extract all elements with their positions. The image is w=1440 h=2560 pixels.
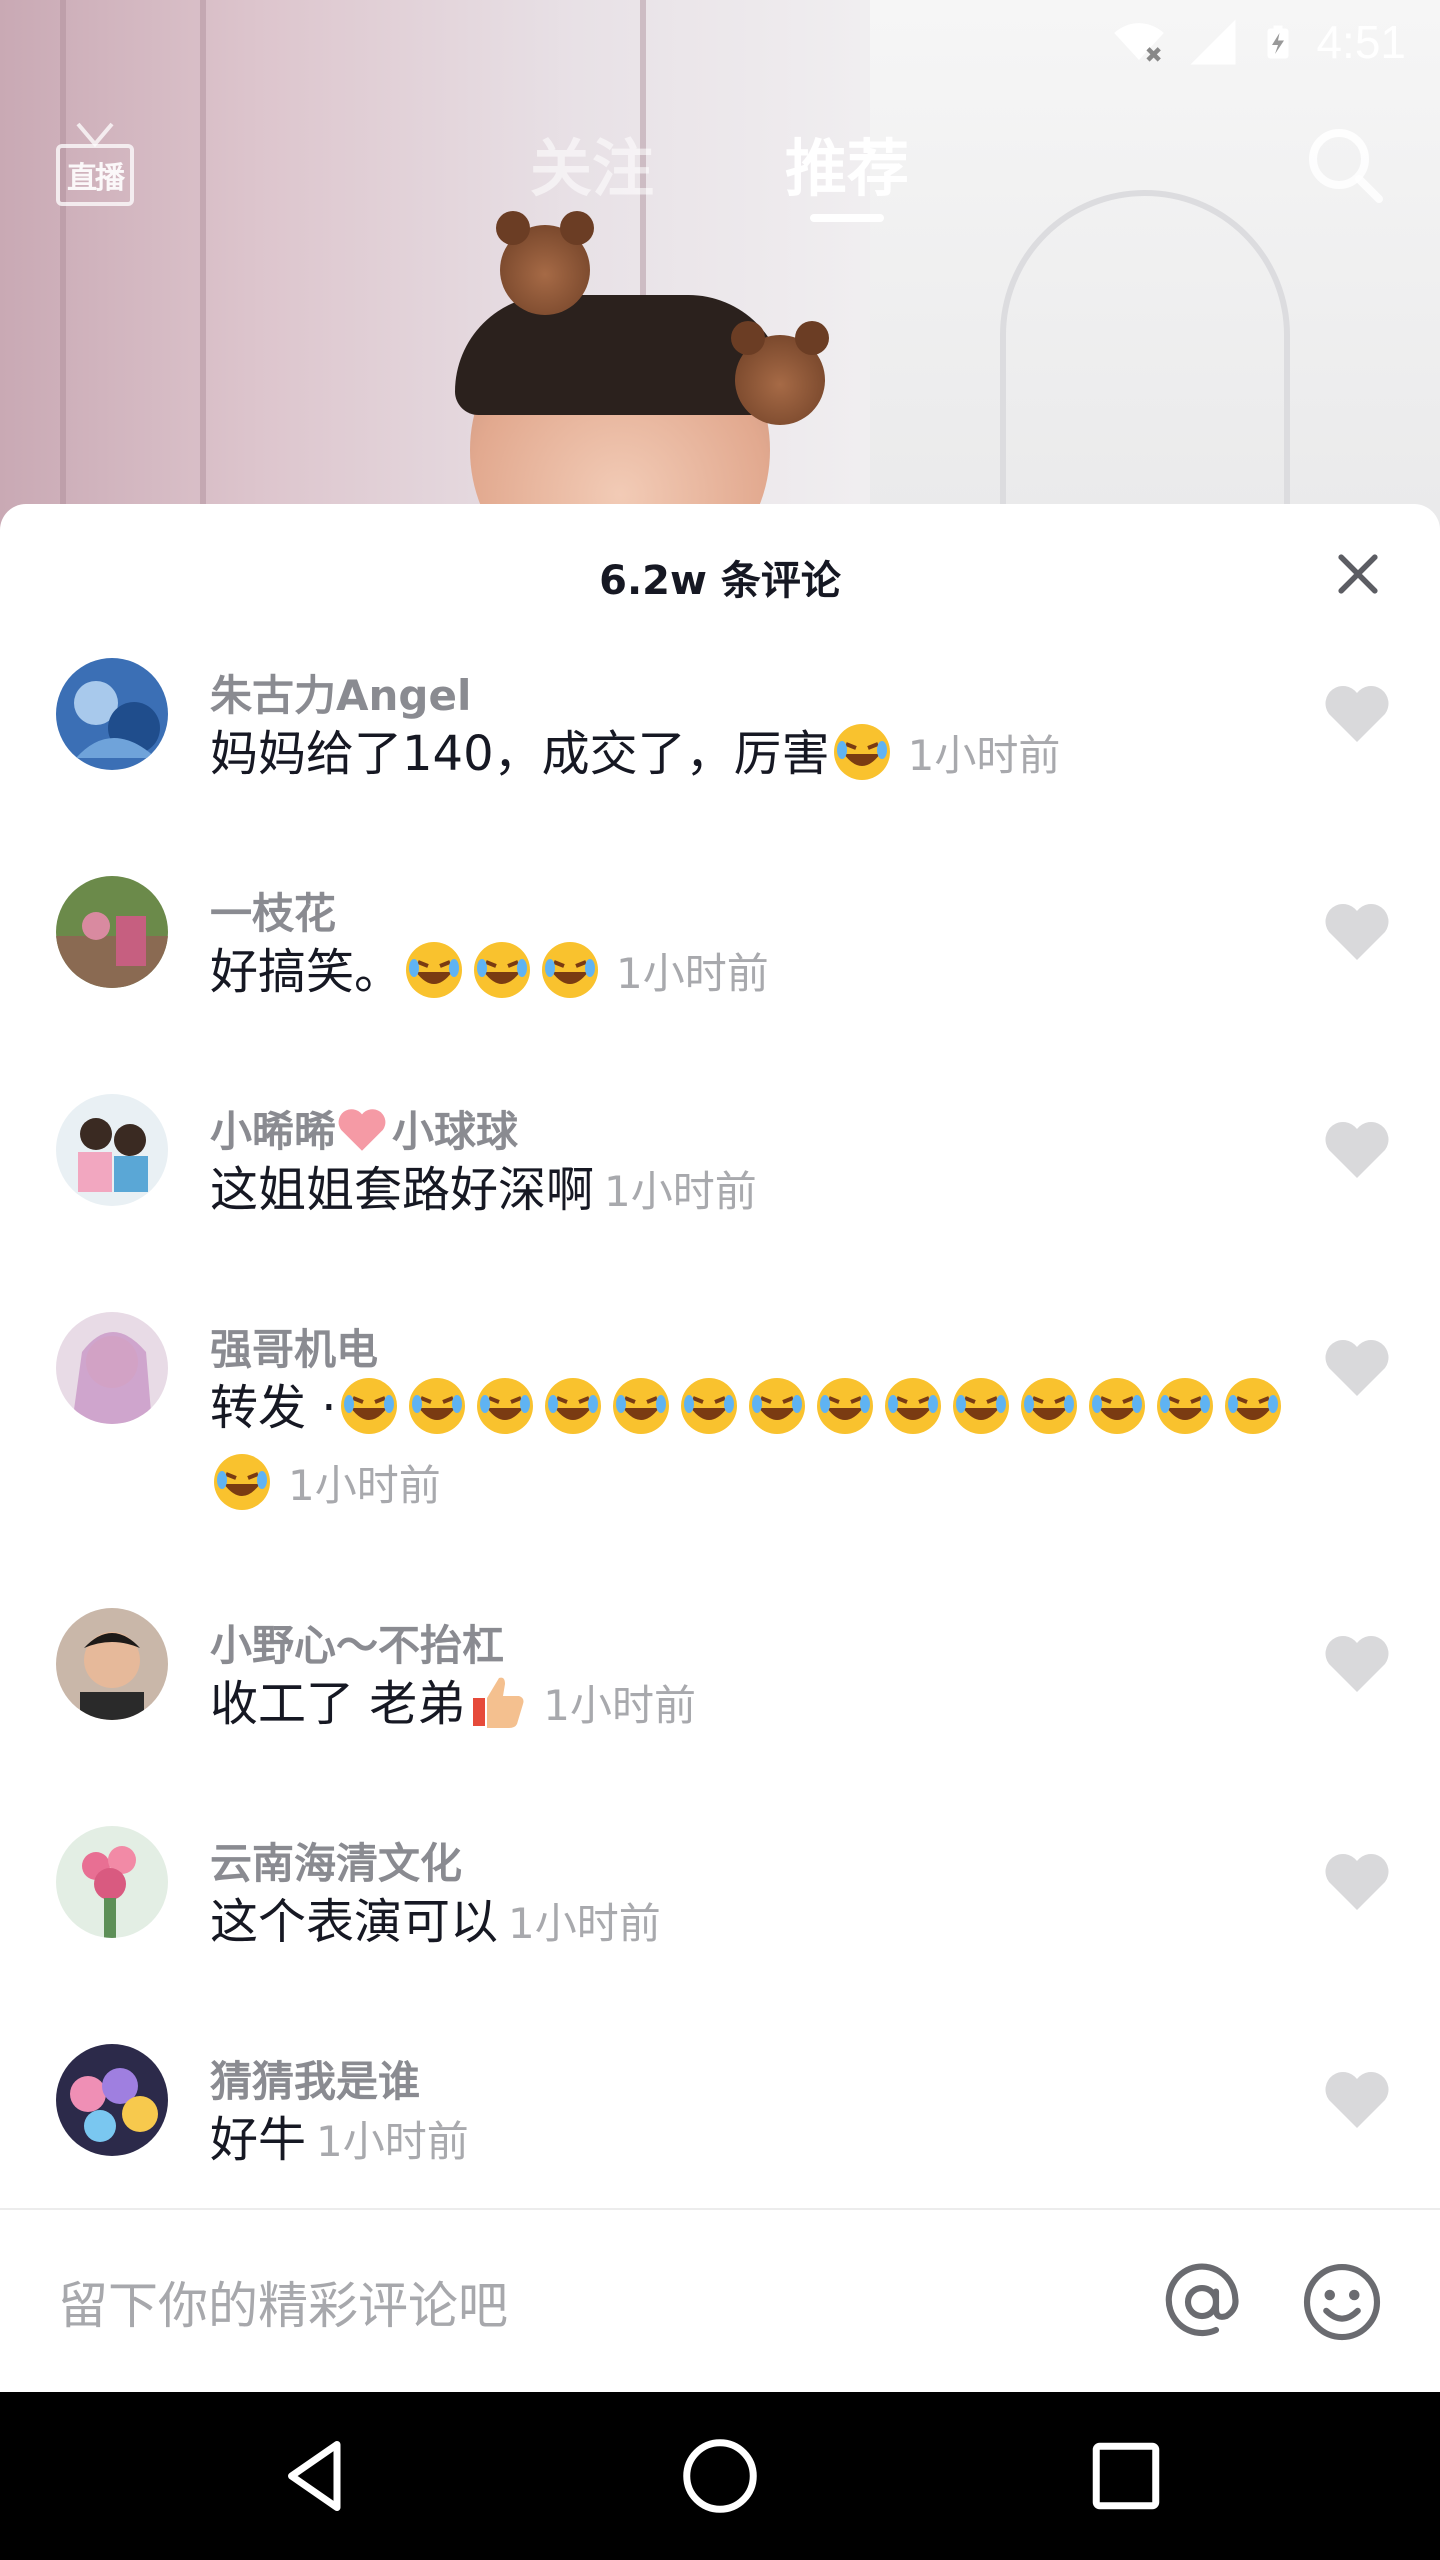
tab-follow[interactable]: 关注 <box>530 118 654 208</box>
comment-time: 1小时前 <box>907 731 1061 780</box>
comment-username[interactable]: 强哥机电 <box>210 1316 378 1377</box>
avatar[interactable] <box>56 876 168 988</box>
comment-text: 好牛 1小时前 <box>210 2102 1290 2180</box>
heart-icon[interactable] <box>1322 1632 1392 1696</box>
avatar[interactable] <box>56 2044 168 2156</box>
wall-edge <box>60 0 66 560</box>
comment-time: 1小时前 <box>288 1461 441 1510</box>
rofl-emoji <box>833 724 890 780</box>
rofl-emoji <box>1224 1378 1281 1434</box>
comments-sheet: 6.2w 条评论 朱古力Angel 妈妈给了140，成交了，厉害 1小时前 一枝花… <box>0 504 1440 2392</box>
top-nav: 直播 关注 推荐 <box>0 110 1440 230</box>
comment-username[interactable]: 小野心～不抬杠 <box>210 1612 504 1673</box>
comment-text: 妈妈给了140，成交了，厉害 1小时前 <box>210 716 1290 794</box>
heart-icon[interactable] <box>1322 1336 1392 1400</box>
rofl-emoji <box>1020 1378 1077 1434</box>
tab-recommend[interactable]: 推荐 <box>785 118 909 208</box>
rofl-emoji <box>884 1378 941 1434</box>
bear-ear-headband <box>496 211 594 315</box>
at-mention-icon[interactable] <box>1160 2260 1244 2344</box>
comment-body: 收工了 老弟 <box>210 1676 466 1732</box>
rofl-emoji <box>406 942 463 998</box>
avatar[interactable] <box>56 658 168 770</box>
heart-icon[interactable] <box>1322 900 1392 964</box>
avatar[interactable] <box>56 1608 168 1720</box>
rofl-emoji <box>612 1378 669 1434</box>
signal-icon <box>1190 19 1236 65</box>
comment-time: 1小时前 <box>604 1167 757 1216</box>
video-background[interactable] <box>0 0 1440 560</box>
rofl-emoji <box>680 1378 737 1434</box>
rofl-emoji <box>952 1378 1009 1434</box>
comment-username[interactable]: 一枝花 <box>210 880 336 941</box>
system-nav-bar <box>0 2392 1440 2560</box>
comment-body: 这个表演可以 <box>210 1894 499 1950</box>
username-part: 小球球 <box>392 1107 519 1156</box>
comment-input-bar: 留下你的精彩评论吧 <box>0 2208 1440 2392</box>
heart-emoji <box>338 1109 386 1151</box>
close-icon[interactable] <box>1330 546 1386 602</box>
active-tab-indicator <box>810 214 884 222</box>
battery-charging-icon <box>1267 25 1289 59</box>
search-icon[interactable] <box>1305 125 1385 205</box>
rofl-emoji <box>544 1378 601 1434</box>
rofl-emoji <box>340 1378 397 1434</box>
back-icon[interactable] <box>274 2434 358 2518</box>
wall-edge <box>200 0 206 560</box>
comment-text: 好搞笑。 1小时前 <box>210 934 1290 1012</box>
comment-text: 收工了 老弟 1小时前 <box>210 1666 1290 1744</box>
comment-body: 这姐姐套路好深啊 <box>210 1162 595 1218</box>
comment-time: 1小时前 <box>316 2117 469 2166</box>
rofl-emoji <box>1156 1378 1213 1434</box>
rofl-emoji <box>476 1378 533 1434</box>
comment-body: 好牛 <box>210 2112 307 2168</box>
rofl-emoji <box>748 1378 805 1434</box>
heart-icon[interactable] <box>1322 1118 1392 1182</box>
comment-time: 1小时前 <box>616 949 769 998</box>
comment-username[interactable]: 云南海清文化 <box>210 1830 462 1891</box>
comment-body: 妈妈给了140，成交了，厉害 <box>210 726 830 782</box>
comment-username[interactable]: 朱古力Angel <box>210 662 471 723</box>
comment-input[interactable]: 留下你的精彩评论吧 <box>58 2266 508 2338</box>
comment-time: 1小时前 <box>508 1899 661 1948</box>
avatar[interactable] <box>56 1312 168 1424</box>
comments-count-title: 6.2w 条评论 <box>599 558 841 604</box>
home-icon[interactable] <box>678 2434 762 2518</box>
comment-text: 转发 · 1小时前 <box>210 1370 1290 1524</box>
rofl-emoji <box>1088 1378 1145 1434</box>
recents-icon[interactable] <box>1084 2434 1168 2518</box>
comment-text: 这姐姐套路好深啊 1小时前 <box>210 1152 1290 1230</box>
emoji-icon[interactable] <box>1300 2260 1384 2344</box>
username-part: 小晞晞 <box>210 1107 337 1156</box>
bear-ear-headband <box>731 321 829 425</box>
live-label: 直播 <box>56 144 134 206</box>
comment-body: 好搞笑。 <box>210 944 403 1000</box>
wifi-icon <box>1114 23 1165 62</box>
person-hair <box>455 295 785 415</box>
heart-icon[interactable] <box>1322 1850 1392 1914</box>
rofl-emoji <box>542 942 599 998</box>
comment-time: 1小时前 <box>543 1681 696 1730</box>
rofl-emoji <box>408 1378 465 1434</box>
avatar[interactable] <box>56 1826 168 1938</box>
heart-icon[interactable] <box>1322 2068 1392 2132</box>
avatar[interactable] <box>56 1094 168 1206</box>
clock: 4:51 <box>1316 16 1406 68</box>
thumbs-up-emoji <box>473 1677 524 1728</box>
rofl-emoji <box>214 1454 270 1510</box>
comment-username[interactable]: 猜猜我是谁 <box>210 2048 420 2109</box>
heart-icon[interactable] <box>1322 682 1392 746</box>
rofl-emoji <box>816 1378 873 1434</box>
comment-text: 这个表演可以 1小时前 <box>210 1884 1290 1962</box>
rofl-emoji <box>474 942 531 998</box>
live-button[interactable]: 直播 <box>56 122 136 210</box>
comment-username[interactable]: 小晞晞 小球球 <box>210 1098 518 1159</box>
status-bar: 4:51 <box>0 0 1440 84</box>
comment-body: 转发 · <box>210 1380 337 1436</box>
